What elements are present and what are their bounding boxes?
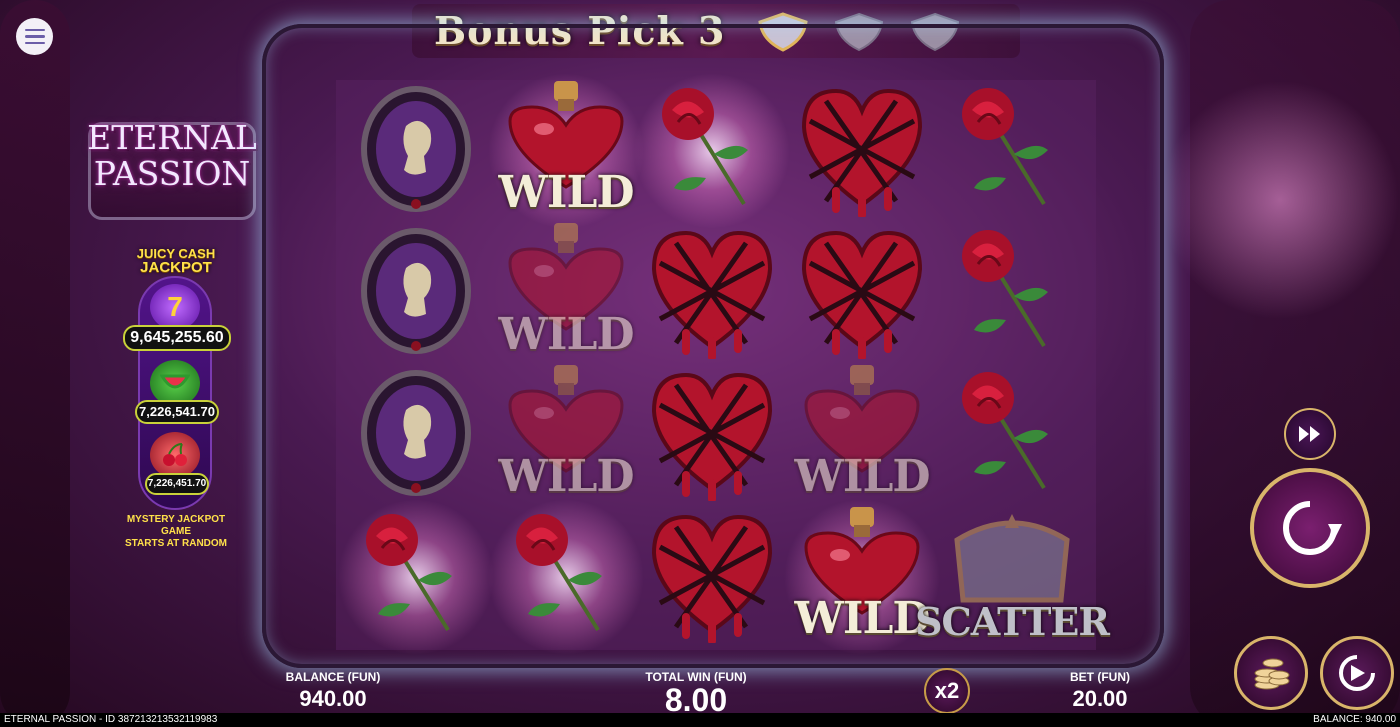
spin-button[interactable] (1250, 468, 1370, 588)
reel-cell-heart (788, 222, 936, 364)
seven-icon: 7 (150, 284, 200, 330)
jackpot-title-line-2: JACKPOT (140, 259, 212, 276)
heart-symbol-icon (796, 223, 928, 364)
reel-cell-rose (938, 364, 1086, 506)
jackpot-value-1: 9,645,255.60 (123, 325, 231, 351)
jackpot-note: MYSTERY JACKPOT GAME STARTS AT RANDOM (112, 514, 240, 550)
reel-cell-wild: WILD (492, 222, 640, 364)
menu-button[interactable] (16, 18, 53, 55)
wild-label: WILD (498, 309, 634, 360)
footer-game-id: ETERNAL PASSION - ID 387213213532119983 (4, 714, 218, 725)
heart-symbol-icon (796, 81, 928, 222)
bet-value: 20.00 (1072, 686, 1128, 711)
bet-label: BET (FUN) (1070, 670, 1130, 684)
rose-symbol-icon (952, 368, 1072, 503)
menu-icon-line (24, 41, 45, 45)
background-glow (1160, 80, 1400, 320)
rose-symbol-icon (952, 226, 1072, 361)
jackpot-note-line-1: MYSTERY JACKPOT GAME (126, 514, 226, 537)
reel-cell-wild: WILD (782, 500, 942, 654)
cameo-symbol-icon (360, 227, 472, 359)
reel-cell-rose (632, 74, 792, 228)
rose-symbol-icon (652, 84, 772, 219)
fast-forward-button[interactable] (1284, 408, 1336, 460)
reel-cell-heart (638, 506, 786, 648)
logo-line-2: PASSION (93, 154, 251, 193)
cherry-icon (150, 432, 200, 478)
reel-cell-scatter: SCATTER (915, 506, 1110, 648)
logo-line-1: ETERNAL (87, 118, 257, 157)
rose-symbol-icon (506, 510, 626, 645)
autoplay-icon (1339, 655, 1375, 691)
wild-label: WILD (794, 593, 930, 644)
spin-icon (1283, 501, 1342, 555)
heart-symbol-icon (646, 365, 778, 506)
balance-value: 940.00 (299, 686, 367, 711)
multiplier-badge: x2 (924, 668, 970, 714)
reel-grid: WILD WILD WILD WILD WILD SCATTER (336, 74, 1110, 654)
autoplay-button[interactable] (1320, 636, 1394, 710)
reel-cell-cameo (342, 364, 490, 506)
reel-cell-cameo (342, 80, 490, 222)
footer-bar: ETERNAL PASSION - ID 387213213532119983 … (0, 713, 1400, 727)
reel-cell-wild: WILD (788, 364, 936, 506)
balance-label: BALANCE (FUN) (285, 670, 381, 684)
heart-symbol-icon (646, 223, 778, 364)
wild-label: WILD (498, 167, 634, 218)
menu-icon-line (24, 35, 45, 38)
reel-cell-heart (788, 80, 936, 222)
rose-symbol-icon (952, 84, 1072, 219)
jackpot-value-3: 7,226,451.70 (145, 473, 209, 495)
cameo-symbol-icon (360, 85, 472, 217)
wild-label: WILD (498, 451, 634, 502)
reel-cell-rose (938, 80, 1086, 222)
fast-forward-icon (1299, 426, 1320, 442)
cameo-symbol-icon (360, 369, 472, 501)
menu-icon (24, 28, 45, 32)
reel-cell-rose (938, 222, 1086, 364)
coins-icon (1254, 658, 1290, 690)
rose-symbol-icon (356, 510, 476, 645)
jackpot-note-line-2: STARTS AT RANDOM (124, 538, 228, 549)
footer-balance: BALANCE: 940.00 (1313, 714, 1396, 725)
reel-cell-heart (638, 222, 786, 364)
reel-cell-cameo (342, 222, 490, 364)
reel-cell-rose (486, 500, 646, 654)
game-logo: ETERNAL PASSION (84, 120, 260, 216)
reel-cell-heart (638, 364, 786, 506)
heart-symbol-icon (646, 507, 778, 648)
bet-settings-button[interactable] (1234, 636, 1308, 710)
jackpot-title: JUICY CASH JACKPOT (124, 247, 228, 276)
background-tree (0, 0, 70, 727)
scatter-label: SCATTER (915, 599, 1110, 644)
reel-cell-wild: WILD (492, 364, 640, 506)
jackpot-value-2: 7,226,541.70 (135, 400, 219, 424)
reel-cell-wild: WILD (486, 74, 646, 228)
reel-cell-rose (336, 500, 496, 654)
wild-label: WILD (794, 451, 930, 502)
